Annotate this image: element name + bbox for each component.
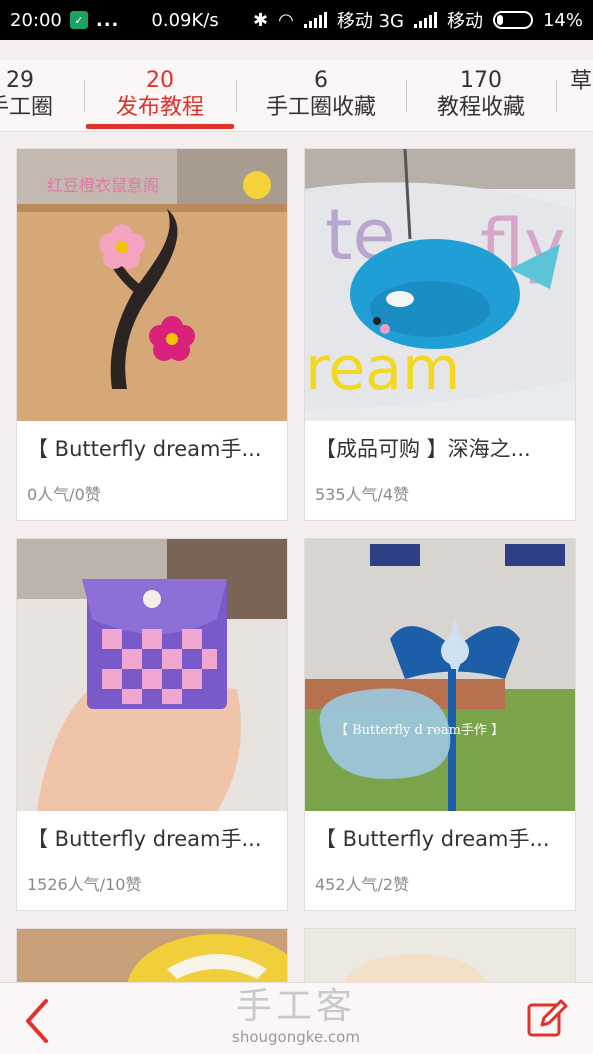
- battery-icon: [492, 11, 533, 29]
- carrier-2: 移动: [446, 11, 483, 32]
- tutorial-thumbnail[interactable]: [305, 929, 576, 988]
- back-button[interactable]: [20, 995, 56, 1043]
- tutorial-title[interactable]: 【 Butterfly dream手...: [27, 823, 279, 853]
- brand-url: shougongke.com: [232, 1028, 360, 1046]
- tutorial-title[interactable]: 【 Butterfly dream手...: [27, 433, 279, 463]
- tutorial-stats: 535人气/4赞: [315, 485, 410, 504]
- shield-icon: ✓: [69, 11, 88, 29]
- tab-drafts[interactable]: 草: [570, 60, 593, 132]
- tab-label: 发布教程: [115, 95, 204, 120]
- tab-label: 手工圈: [0, 95, 53, 120]
- tab-label: 草: [570, 69, 593, 94]
- carrier-1: 移动 3G: [336, 11, 404, 32]
- tutorial-stats: 452人气/2赞: [315, 875, 410, 894]
- tab-count: 170: [460, 68, 502, 93]
- tab-label: 手工圈收藏: [265, 95, 376, 120]
- status-time: 20:00: [10, 9, 62, 31]
- network-speed: 0.09K/s: [151, 9, 219, 31]
- tutorial-card[interactable]: te fly ream 【成品可购 】深海之... 535人气/4赞: [304, 148, 576, 521]
- profile-tabs: 29 手工圈 20 发布教程 6 手工圈收藏 170 教程收藏 草: [0, 60, 593, 132]
- tutorial-title[interactable]: 【成品可购 】深海之...: [315, 433, 567, 463]
- notification-dots: ...: [95, 9, 120, 31]
- photo-caption: 红豆橙衣鼠意阁: [47, 176, 159, 195]
- tab-divider: [84, 80, 85, 112]
- status-bar: 20:00 ✓ ... 0.09K/s ✱ ◠ 移动 3G 移动 14%: [0, 0, 593, 40]
- tab-circle-favorites[interactable]: 6 手工圈收藏: [246, 60, 396, 132]
- tab-published-tutorials[interactable]: 20 发布教程: [86, 60, 234, 132]
- tutorial-card[interactable]: 红豆橙衣鼠意阁 【 Butterfly dream手... 0人气/0赞: [16, 148, 288, 521]
- active-tab-indicator: [86, 124, 234, 129]
- bottom-toolbar: 手工客 shougongke.com: [0, 982, 593, 1054]
- tutorial-title[interactable]: 【 Butterfly dream手...: [315, 823, 567, 853]
- tab-label: 教程收藏: [436, 95, 525, 120]
- battery-level: 14%: [542, 9, 583, 31]
- tab-divider: [236, 80, 237, 112]
- tutorial-card[interactable]: [304, 928, 576, 988]
- tab-tutorial-favorites[interactable]: 170 教程收藏: [416, 60, 546, 132]
- tutorial-thumbnail[interactable]: [17, 539, 287, 811]
- photo-caption: 【 Butterfly d ream手作 】: [335, 723, 504, 738]
- tutorial-stats: 0人气/0赞: [27, 485, 101, 504]
- wifi-icon: ◠: [278, 9, 294, 31]
- tutorial-card[interactable]: 【 Butterfly dream手... 1526人气/10赞: [16, 538, 288, 911]
- tab-handmade-circle[interactable]: 29 手工圈: [0, 60, 80, 132]
- signal-icon: [303, 12, 327, 28]
- tutorial-card[interactable]: 【 Butterfly d ream手作 】 【 Butterfly dream…: [304, 538, 576, 911]
- tutorial-thumbnail[interactable]: te fly ream: [305, 149, 575, 421]
- bluetooth-icon: ✱: [253, 9, 269, 31]
- tutorial-stats: 1526人气/10赞: [27, 875, 142, 894]
- tutorial-card[interactable]: [16, 928, 288, 988]
- chevron-left-icon: [26, 999, 48, 1043]
- tab-count: 29: [6, 68, 34, 93]
- tutorial-thumbnail[interactable]: 【 Butterfly d ream手作 】: [305, 539, 575, 811]
- signal-icon-2: [413, 12, 437, 28]
- edit-square-icon: [527, 999, 568, 1037]
- tab-divider: [556, 80, 557, 112]
- brand-name: 手工客: [235, 986, 356, 1027]
- tab-count: 20: [146, 68, 174, 93]
- tutorial-thumbnail[interactable]: [17, 929, 288, 988]
- edit-button[interactable]: [526, 999, 568, 1039]
- tab-count: 6: [314, 68, 328, 93]
- tab-divider: [406, 80, 407, 112]
- tutorial-thumbnail[interactable]: 红豆橙衣鼠意阁: [17, 149, 287, 421]
- brand-logo: 手工客 shougongke.com: [196, 987, 396, 1047]
